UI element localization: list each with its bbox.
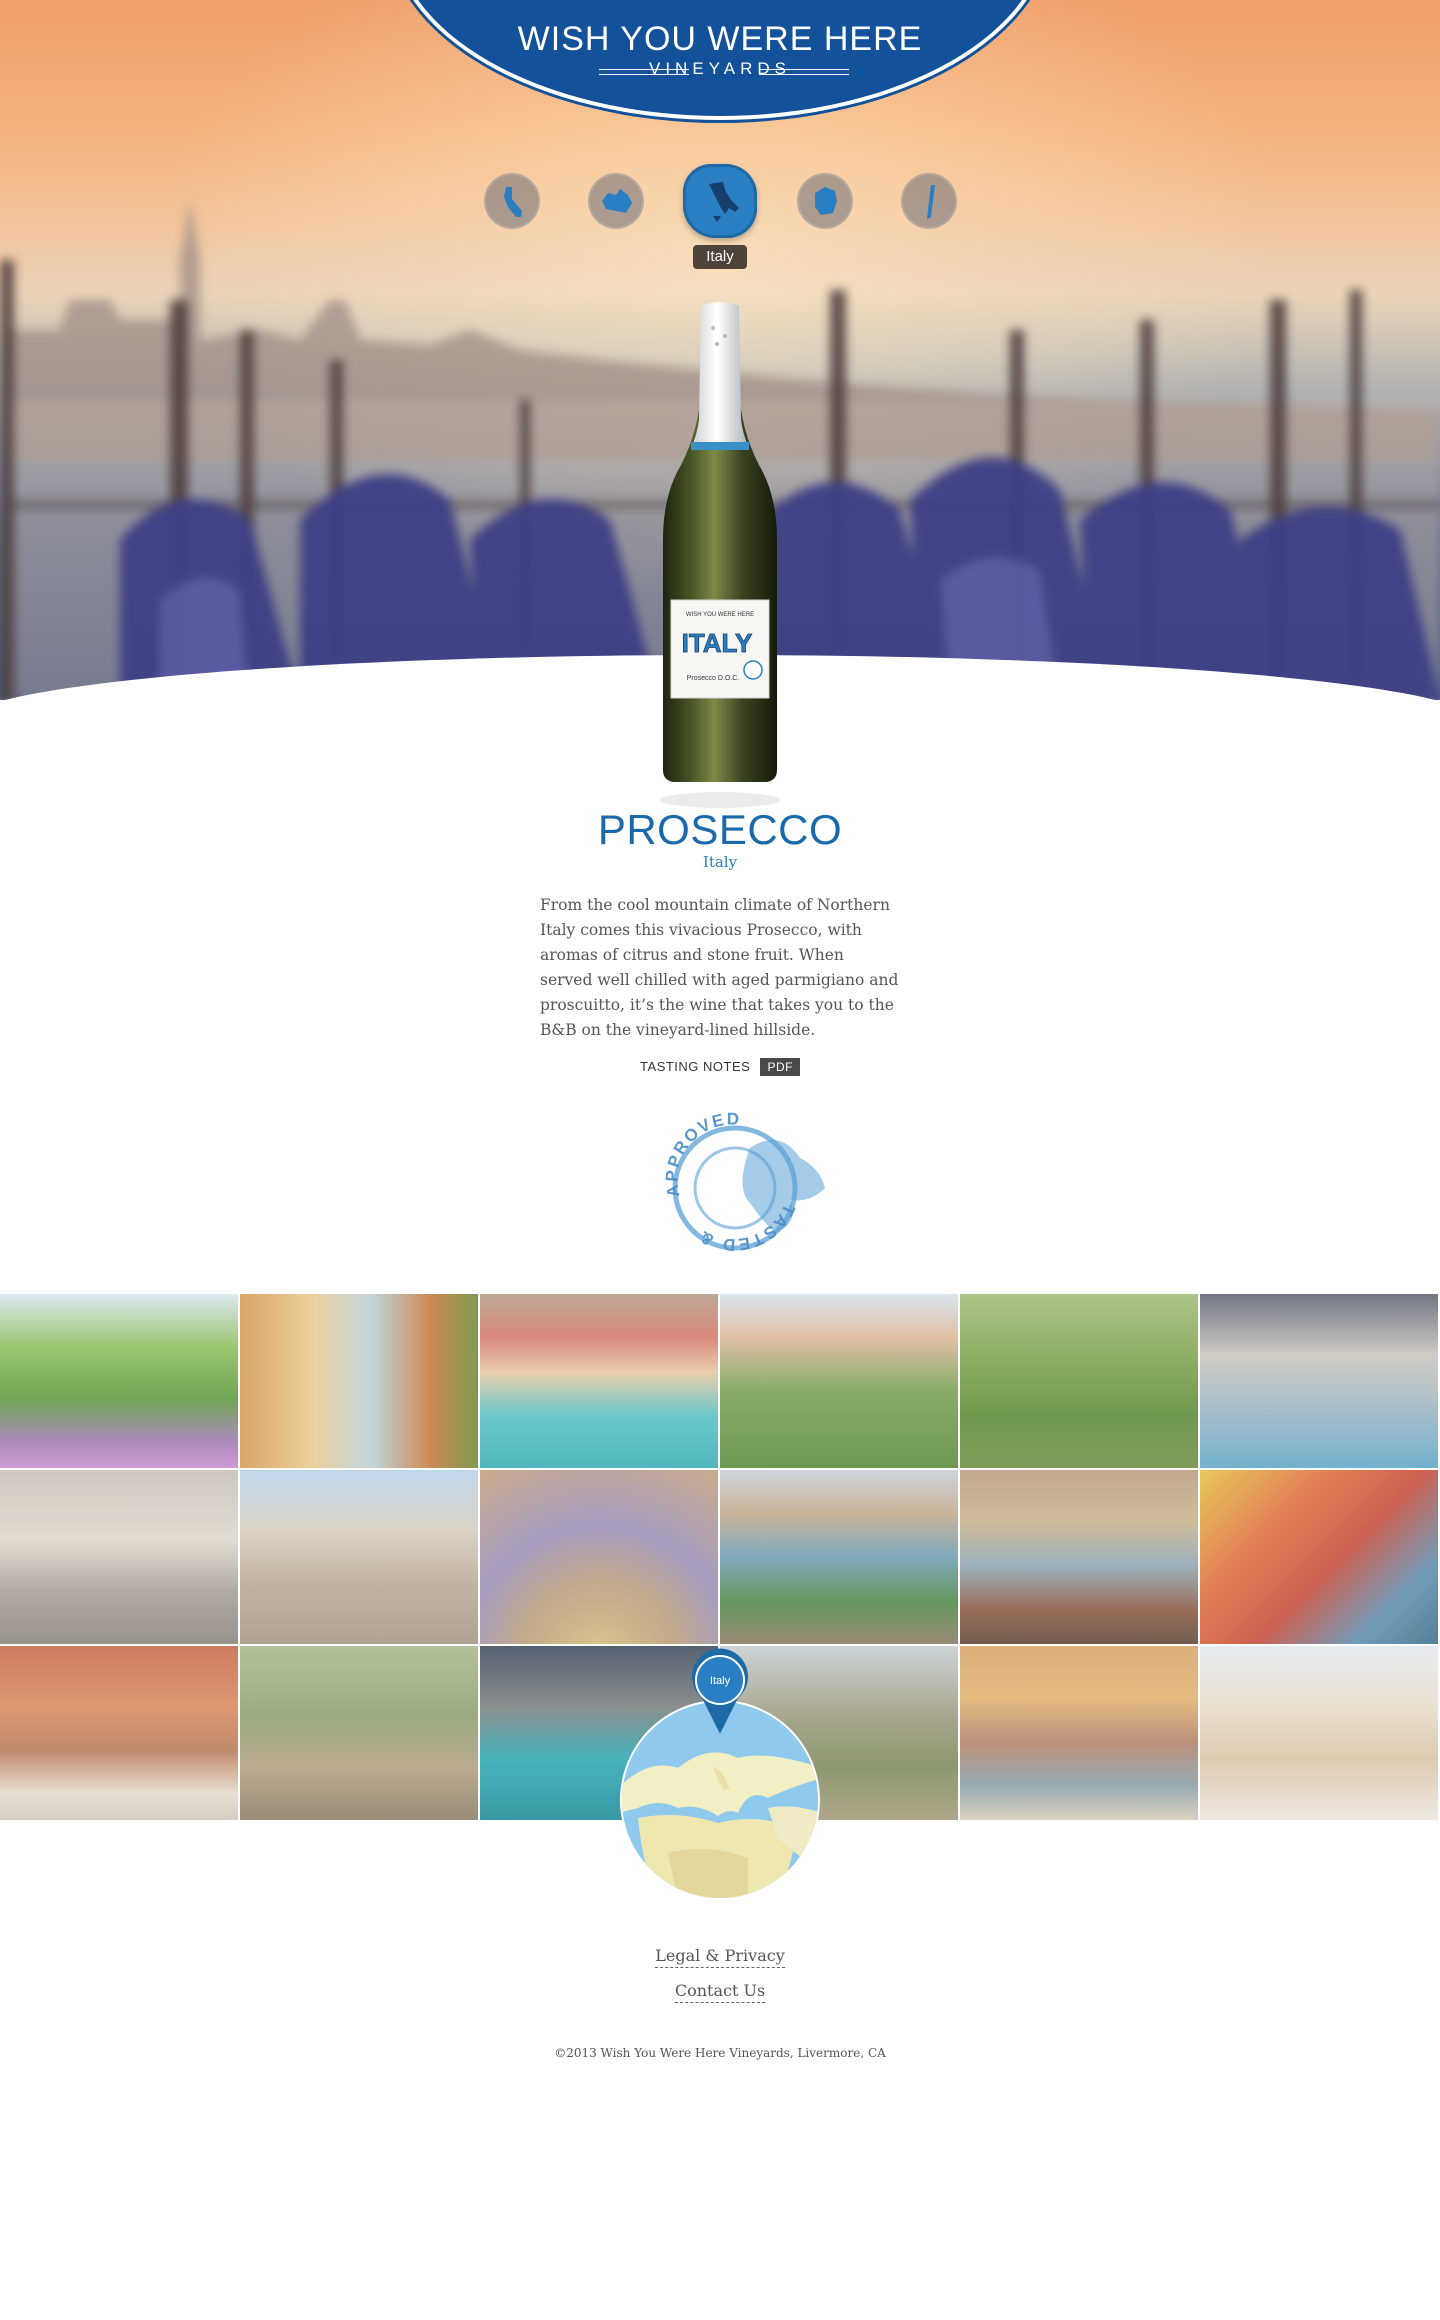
gallery-tile[interactable] [1200, 1470, 1438, 1644]
region-tooltip: Italy [693, 245, 747, 269]
gallery-tile[interactable] [240, 1470, 478, 1644]
region-australia-button[interactable] [588, 173, 644, 229]
approved-tasted-stamp: APPROVED TASTED & [662, 1109, 825, 1254]
gallery-tile[interactable] [1200, 1646, 1438, 1820]
legal-privacy-link[interactable]: Legal & Privacy [655, 1946, 785, 1968]
region-california-button[interactable] [484, 173, 540, 229]
brand-title: WISH YOU WERE HERE [517, 20, 923, 58]
australia-map-icon [602, 189, 632, 213]
gallery-tile[interactable] [0, 1646, 238, 1820]
gallery-tile[interactable] [0, 1470, 238, 1644]
svg-text:TASTED &: TASTED & [695, 1201, 798, 1254]
gallery-tile[interactable] [0, 1294, 238, 1468]
tasting-notes-pdf-button[interactable]: PDF [760, 1058, 800, 1076]
product-region: Italy [702, 853, 738, 871]
gallery-tile[interactable] [720, 1294, 958, 1468]
region-chile-button[interactable] [901, 173, 957, 229]
gallery-tile[interactable] [720, 1470, 958, 1644]
copyright: ©2013 Wish You Were Here Vineyards, Live… [554, 2046, 886, 2060]
footer-contact: Contact Us [0, 1981, 1440, 2003]
contact-us-link[interactable]: Contact Us [674, 1981, 766, 2003]
italy-map-icon [709, 182, 739, 222]
gallery-tile[interactable] [960, 1470, 1198, 1644]
bottle-label-brand: WISH YOU WERE HERE [686, 612, 754, 618]
bottle-label-country: ITALY [682, 628, 753, 658]
brand-subtitle: VINEYARDS [649, 59, 791, 78]
footer-legal: Legal & Privacy [0, 1946, 1440, 1968]
gallery-tile[interactable] [240, 1646, 478, 1820]
map-pin-label: Italy [710, 1675, 731, 1687]
wine-bottle-image: WISH YOU WERE HERE ITALY Prosecco D.O.C. [660, 302, 780, 808]
tasting-notes-label: TASTING NOTES [640, 1059, 751, 1074]
chile-map-icon [927, 185, 935, 219]
france-map-icon [815, 187, 837, 215]
product-name: PROSECCO [597, 806, 843, 853]
region-italy-button[interactable] [683, 164, 757, 238]
stamp-bottom-text: TASTED & [695, 1201, 796, 1254]
gallery-tile[interactable] [1200, 1294, 1438, 1468]
gallery-tile[interactable] [960, 1646, 1198, 1820]
product-description: From the cool mountain climate of Northe… [540, 896, 899, 1039]
world-map-locator: Italy [620, 1648, 820, 1900]
gallery-tile[interactable] [480, 1470, 718, 1644]
tasting-notes: TASTING NOTES PDF [0, 1058, 1440, 1076]
gallery-tile[interactable] [240, 1294, 478, 1468]
stamp-top-text: APPROVED [662, 1109, 739, 1198]
gallery-tile[interactable] [480, 1294, 718, 1468]
svg-text:APPROVED: APPROVED [662, 1109, 741, 1198]
california-map-icon [504, 187, 522, 217]
gallery-tile[interactable] [960, 1294, 1198, 1468]
bottle-label-type: Prosecco D.O.C. [687, 675, 740, 682]
region-france-button[interactable] [797, 173, 853, 229]
